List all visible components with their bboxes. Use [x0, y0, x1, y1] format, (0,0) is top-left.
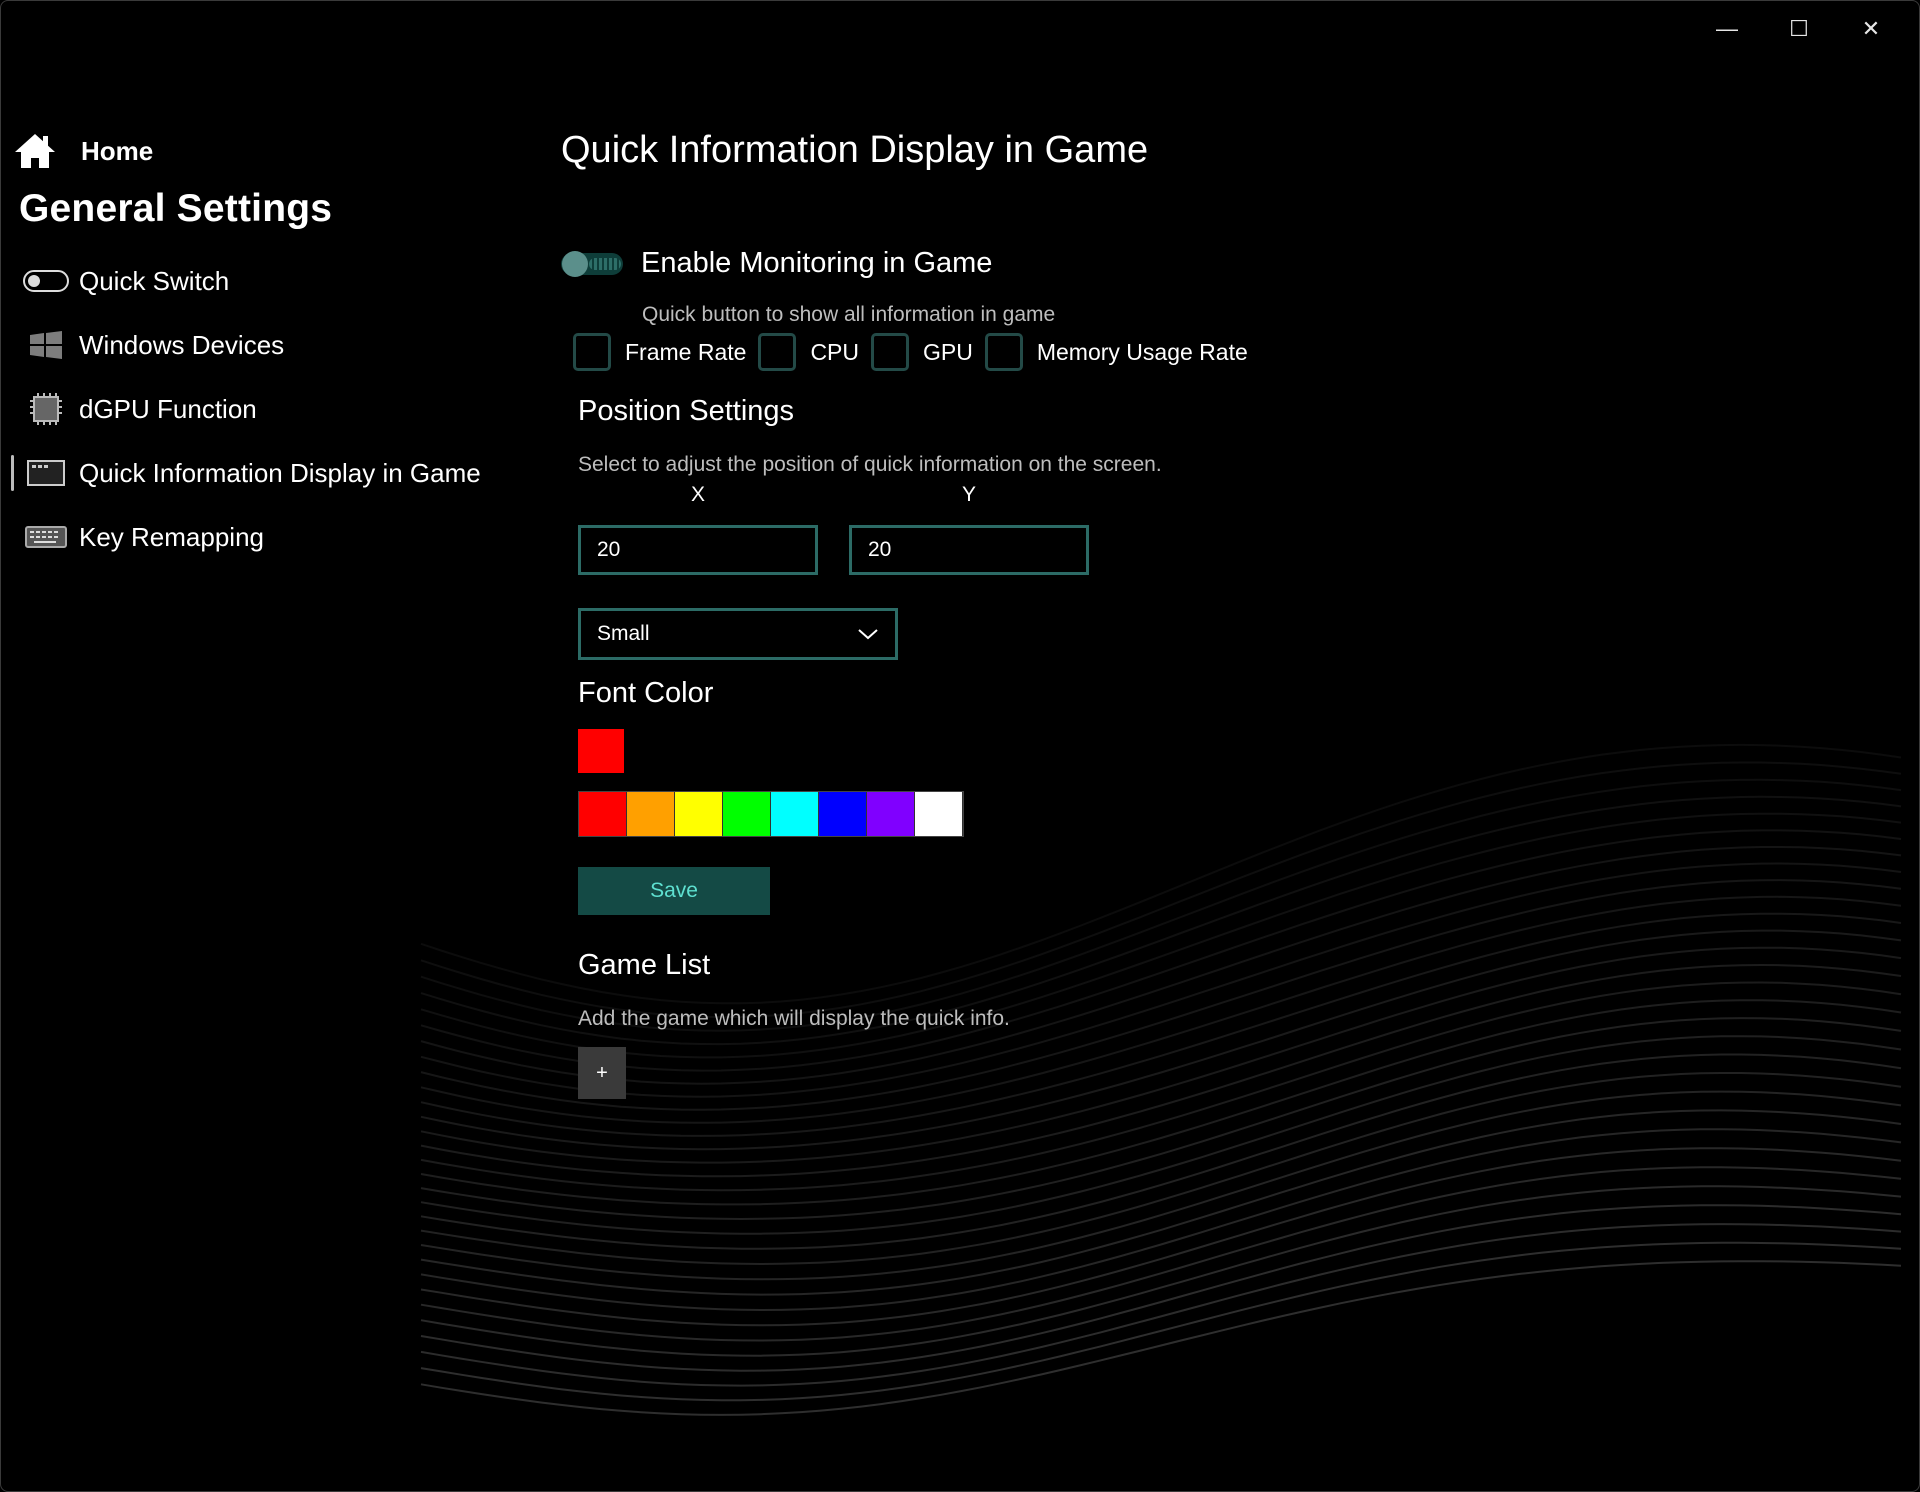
color-swatch[interactable] — [579, 792, 627, 836]
sidebar-item-quick-switch[interactable]: Quick Switch — [1, 249, 521, 313]
toggle-knob — [562, 250, 588, 277]
color-swatch[interactable] — [723, 792, 771, 836]
color-swatch[interactable] — [627, 792, 675, 836]
y-label: Y — [961, 483, 976, 506]
sidebar-item-quick-info-display[interactable]: Quick Information Display in Game — [1, 441, 521, 505]
color-swatch[interactable] — [771, 792, 819, 836]
wave-line — [420, 1166, 1902, 1342]
sidebar-item-key-remapping[interactable]: Key Remapping — [1, 505, 521, 569]
wave-line — [420, 1204, 1902, 1372]
checkbox-frame-rate[interactable]: Frame Rate — [573, 333, 746, 371]
home-label: Home — [81, 135, 154, 166]
color-swatch[interactable] — [915, 792, 963, 836]
y-position-input[interactable] — [849, 525, 1089, 575]
wave-line — [420, 1017, 1902, 1221]
enable-monitoring-row: Enable Monitoring in Game — [561, 247, 992, 280]
wave-line — [420, 1260, 1902, 1416]
window-controls: — ☐ ✕ — [1691, 11, 1907, 47]
x-position-input[interactable] — [578, 525, 818, 575]
wave-line — [420, 1128, 1902, 1312]
checkbox-label: Frame Rate — [625, 338, 747, 365]
x-label: X — [690, 483, 705, 506]
page-title: Quick Information Display in Game — [561, 129, 1149, 171]
enable-monitoring-hint: Quick button to show all information in … — [642, 303, 1056, 326]
toggle-track — [589, 257, 621, 270]
size-select[interactable]: Small — [578, 608, 898, 660]
wave-line — [420, 1053, 1902, 1250]
save-button[interactable]: Save — [578, 867, 770, 915]
keyboard-icon — [23, 521, 69, 553]
checkbox-box[interactable] — [871, 333, 909, 371]
chevron-down-icon — [858, 629, 878, 640]
home-link[interactable]: Home — [1, 121, 521, 181]
checkbox-box[interactable] — [573, 333, 611, 371]
maximize-button[interactable]: ☐ — [1763, 11, 1835, 47]
checkbox-memory-usage-rate[interactable]: Memory Usage Rate — [984, 333, 1248, 371]
info-checkboxes: Frame Rate CPU GPU Memory Usage Rate — [573, 333, 1260, 371]
toggle-icon — [23, 265, 69, 297]
app-window: — ☐ ✕ Home General Settings Quick Switch… — [0, 0, 1920, 1492]
checkbox-label: Memory Usage Rate — [1036, 338, 1248, 365]
color-swatch[interactable] — [867, 792, 915, 836]
sidebar-item-label: Windows Devices — [79, 329, 285, 360]
color-palette — [578, 791, 964, 837]
sidebar-item-windows-devices[interactable]: Windows Devices — [1, 313, 521, 377]
game-list-title: Game List — [578, 949, 711, 981]
enable-monitoring-toggle[interactable] — [561, 250, 623, 277]
color-swatch[interactable] — [819, 792, 867, 836]
sidebar-item-label: Quick Switch — [79, 265, 230, 296]
position-settings-title: Position Settings — [578, 395, 795, 427]
checkbox-label: CPU — [810, 338, 859, 365]
font-color-title: Font Color — [578, 677, 714, 709]
sidebar: Home General Settings Quick Switch Windo… — [1, 121, 521, 569]
minimize-button[interactable]: — — [1691, 11, 1763, 47]
sidebar-item-label: Quick Information Display in Game — [79, 457, 481, 488]
wave-line — [420, 963, 1902, 1178]
checkbox-cpu[interactable]: CPU — [758, 333, 859, 371]
position-settings-hint: Select to adjust the position of quick i… — [578, 453, 1162, 476]
sidebar-item-label: dGPU Function — [79, 393, 257, 424]
wave-line — [420, 1035, 1902, 1235]
close-button[interactable]: ✕ — [1835, 11, 1907, 47]
wave-line — [420, 1241, 1902, 1402]
size-select-value: Small — [597, 622, 650, 645]
wave-line — [420, 1072, 1902, 1266]
current-font-color — [578, 729, 624, 773]
checkbox-gpu[interactable]: GPU — [871, 333, 973, 371]
monitor-icon — [23, 457, 69, 489]
windows-icon — [23, 329, 69, 361]
color-swatch[interactable] — [675, 792, 723, 836]
home-icon — [15, 134, 55, 168]
chip-icon — [23, 393, 69, 425]
wave-line — [420, 1109, 1902, 1296]
add-game-button[interactable]: + — [578, 1047, 626, 1099]
checkbox-label: GPU — [923, 338, 973, 365]
wave-line — [420, 1185, 1902, 1357]
wave-line — [420, 1223, 1902, 1387]
wave-line — [420, 1147, 1902, 1327]
wave-line — [420, 1090, 1902, 1281]
sidebar-title: General Settings — [19, 187, 333, 230]
sidebar-item-dgpu-function[interactable]: dGPU Function — [1, 377, 521, 441]
game-list-hint: Add the game which will display the quic… — [578, 1007, 1010, 1030]
checkbox-box[interactable] — [984, 333, 1023, 371]
sidebar-item-label: Key Remapping — [79, 521, 264, 552]
enable-monitoring-label: Enable Monitoring in Game — [641, 247, 993, 279]
checkbox-box[interactable] — [758, 333, 797, 371]
